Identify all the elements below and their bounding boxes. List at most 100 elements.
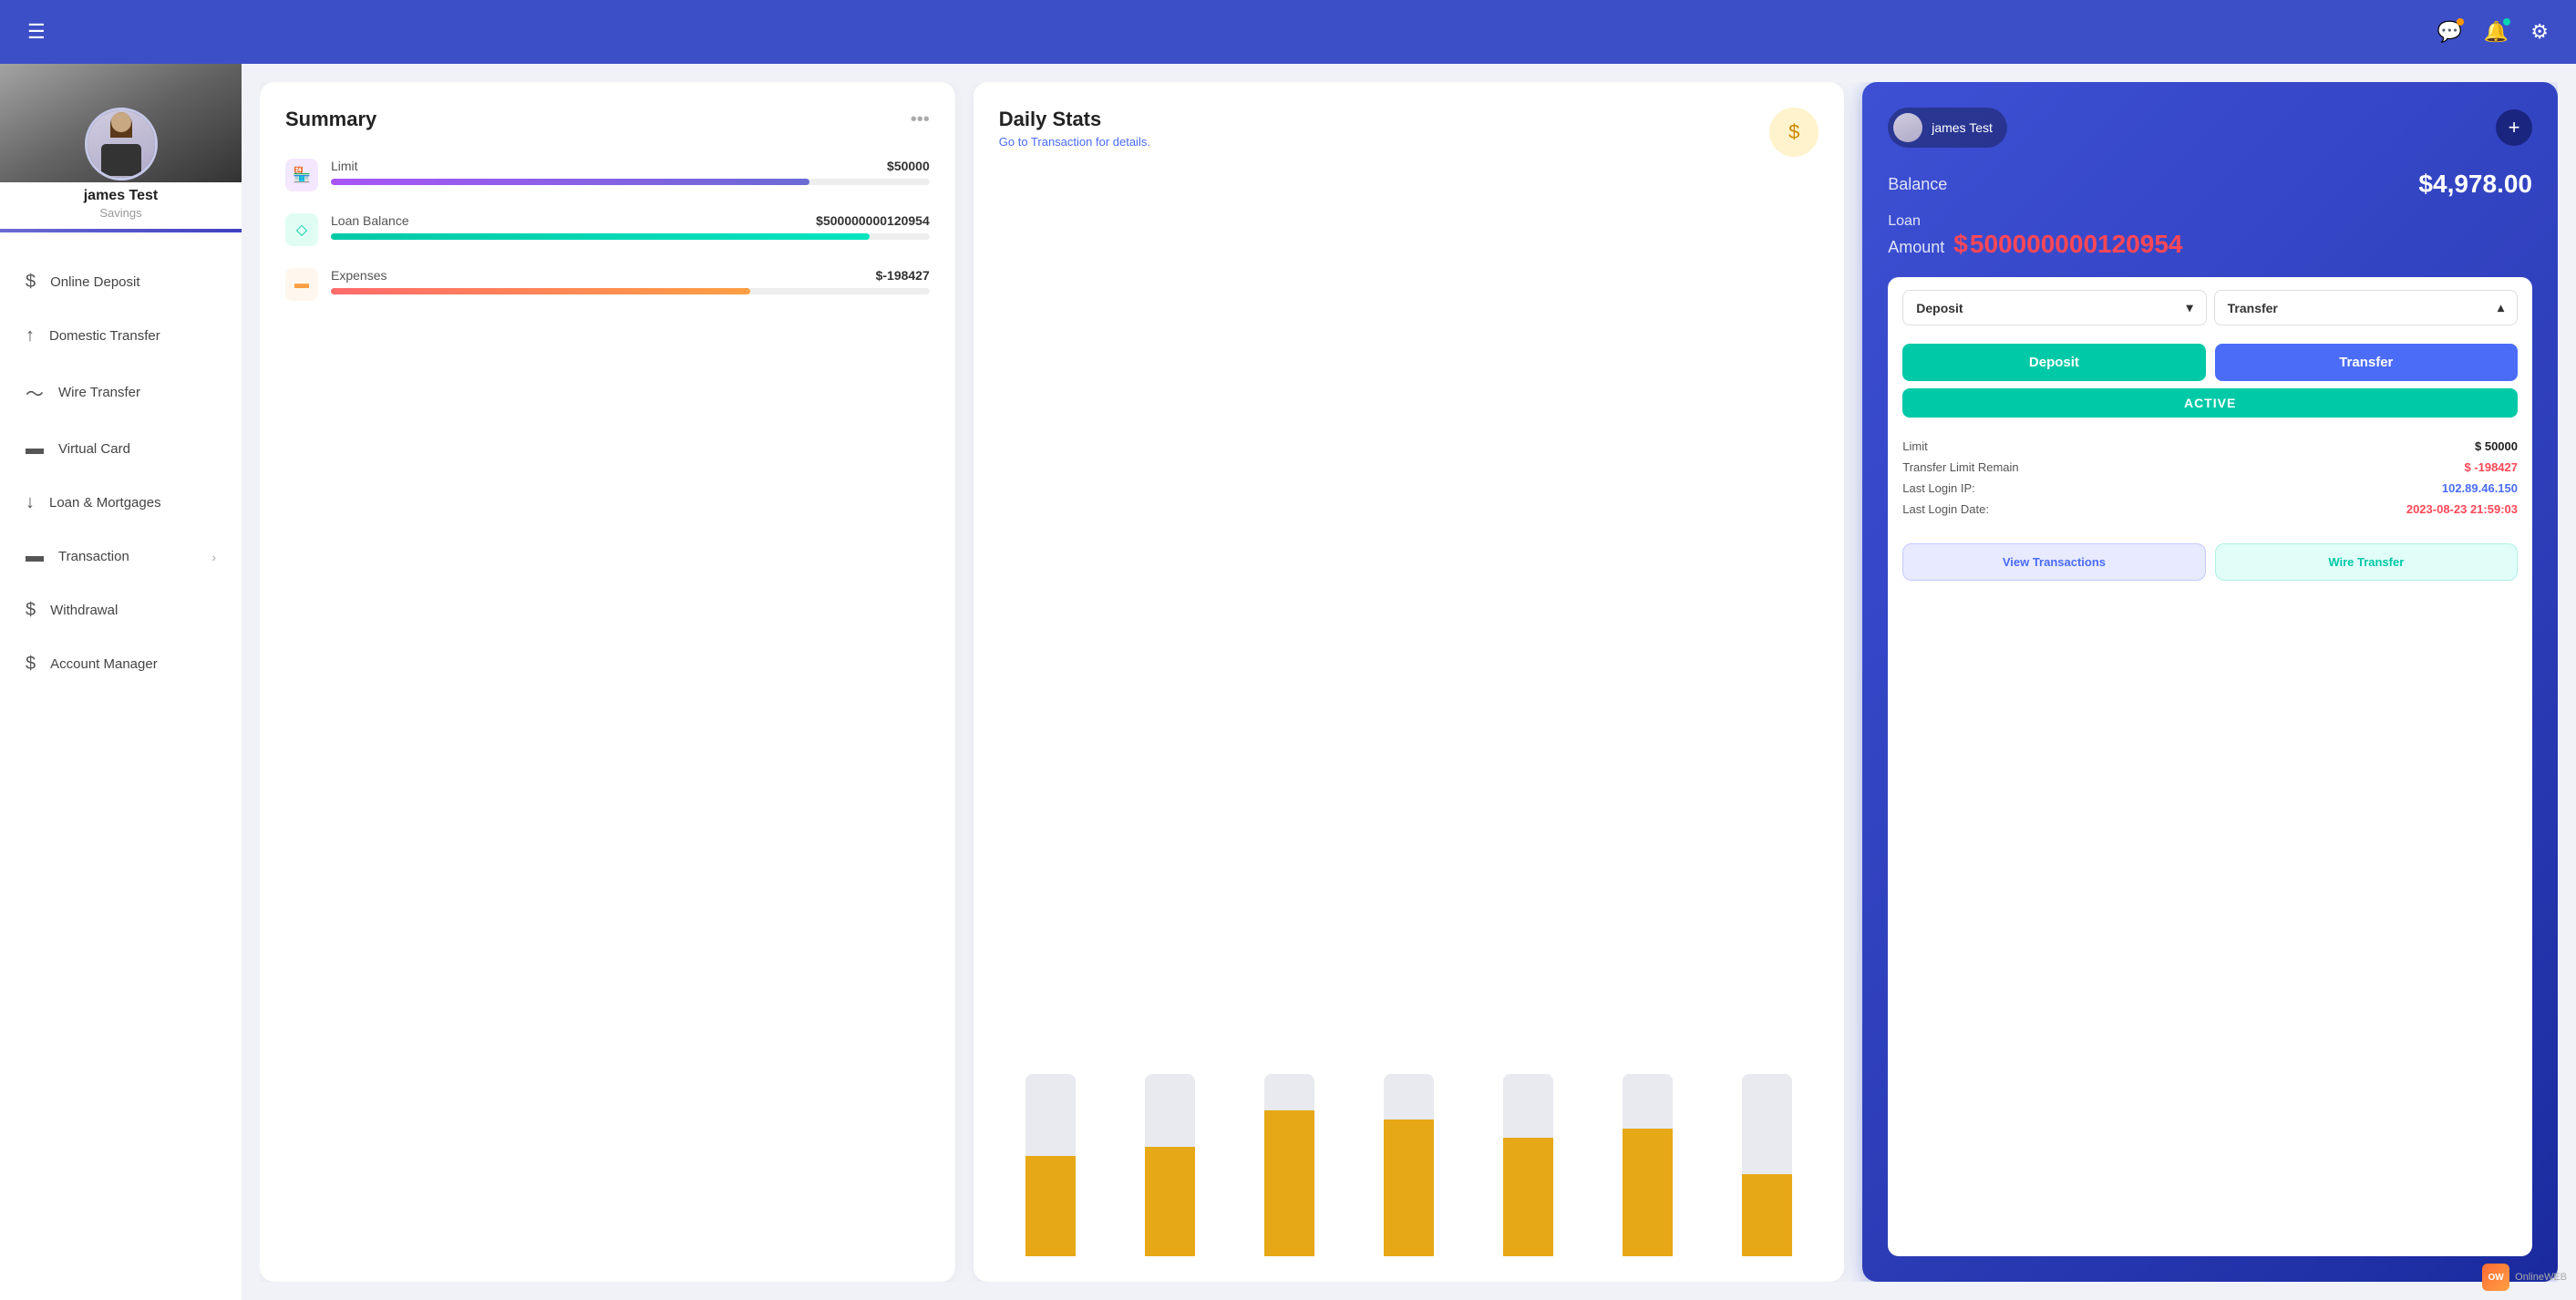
loan-balance-bar-bg [331,233,930,240]
dollar-icon: $ [26,272,36,293]
bar-7 [1716,1074,1819,1256]
upload-icon: ↑ [26,325,35,346]
sidebar-item-account-manager[interactable]: $ Account Manager [0,637,242,691]
sidebar-item-label: Domestic Transfer [49,328,160,344]
avatar-head [111,112,131,132]
sidebar-item-label: Online Deposit [50,274,139,290]
hamburger-icon[interactable]: ☰ [27,20,46,44]
transfer-limit-label: Transfer Limit Remain [1902,460,2018,474]
dollar-icon: $ [26,654,36,675]
daily-stats-card: Daily Stats Go to Transaction for detail… [974,82,1845,1282]
last-login-ip-value: 102.89.46.150 [2442,481,2518,495]
account-user-chip: james Test [1888,108,2007,148]
summary-title: Summary [285,108,376,131]
bar-6 [1596,1074,1699,1256]
sidebar-item-online-deposit[interactable]: $ Online Deposit [0,255,242,309]
account-details: Limit $ 50000 Transfer Limit Remain $ -1… [1902,439,2518,523]
transfer-button[interactable]: Transfer [2215,344,2518,381]
account-card: james Test + Balance $4,978.00 Loan Amou… [1862,82,2558,1282]
daily-stats-icon: $ [1769,108,1819,157]
limit-bar-bg [331,179,930,185]
expenses-value: $-198427 [876,268,930,283]
bar-5 [1477,1074,1580,1256]
profile-bar [0,229,242,232]
account-white-section: Deposit ▾ Transfer ▴ Deposit Transfer AC… [1888,277,2532,1256]
last-login-date-label: Last Login Date: [1902,502,1989,516]
avatar-body [101,144,141,176]
last-login-date-value: 2023-08-23 21:59:03 [2406,502,2518,516]
sidebar-profile: james Test Savings [0,64,242,246]
summary-menu-icon[interactable]: ••• [911,109,930,130]
limit-label: Limit [331,159,358,173]
sidebar-item-domestic-transfer[interactable]: ↑ Domestic Transfer [0,309,242,363]
sidebar-item-transaction[interactable]: ▬ Transaction › [0,530,242,583]
limit-value: $50000 [887,159,930,173]
avatar [85,108,158,181]
content-area: Summary ••• 🏪 Limit $50000 [242,64,2576,1300]
sidebar-item-label: Transaction [58,549,129,564]
transfer-tab-label: Transfer [2228,301,2278,315]
limit-detail-value: $ 50000 [2475,439,2518,453]
bell-icon[interactable]: 🔔 [2484,20,2509,44]
transfer-tab[interactable]: Transfer ▴ [2214,290,2518,325]
cards-row: Summary ••• 🏪 Limit $50000 [260,82,2558,1282]
last-login-ip-label: Last Login IP: [1902,481,1975,495]
view-transactions-button[interactable]: View Transactions [1902,543,2205,581]
sidebar-item-label: Virtual Card [58,441,130,457]
dollar-icon: $ [26,600,36,621]
daily-chart [999,164,1819,1256]
loan-section: Loan Amount $ 500000000120954 [1888,213,2532,259]
balance-label: Balance [1888,175,1947,194]
deposit-tab[interactable]: Deposit ▾ [1902,290,2206,325]
sidebar-item-loan-mortgages[interactable]: ↓ Loan & Mortgages [0,476,242,530]
loan-value: 500000000120954 [1970,230,2183,259]
deposit-button[interactable]: Deposit [1902,344,2205,381]
expenses-icon: ▬ [285,268,318,301]
loan-amount-label: Amount [1888,238,1944,257]
limit-detail-label: Limit [1902,439,1927,453]
top-navigation: ☰ 💬 🔔 ⚙ [0,0,2576,64]
profile-account-type: Savings [99,206,141,220]
download-icon: ↓ [26,492,35,513]
add-button[interactable]: + [2496,109,2532,146]
main-layout: james Test Savings $ Online Deposit ↑ Do… [0,64,2576,1300]
bar-1 [999,1074,1102,1256]
limit-bar [331,179,809,185]
expenses-label: Expenses [331,268,386,283]
summary-card: Summary ••• 🏪 Limit $50000 [260,82,955,1282]
sidebar-item-label: Loan & Mortgages [49,495,161,511]
sidebar-nav: $ Online Deposit ↑ Domestic Transfer 〜 W… [0,246,242,1300]
chat-badge [2457,18,2464,26]
bell-badge [2503,18,2510,26]
loan-balance-icon: ◇ [285,213,318,246]
sidebar-item-virtual-card[interactable]: ▬ Virtual Card [0,422,242,476]
sidebar-item-wire-transfer[interactable]: 〜 Wire Transfer [0,363,242,422]
transfer-chevron-up-icon: ▴ [2498,300,2504,315]
nav-right: 💬 🔔 ⚙ [2437,20,2549,44]
chip-avatar [1893,113,1922,142]
deposit-chevron-down-icon: ▾ [2187,300,2193,315]
loan-label: Loan [1888,213,1921,229]
loan-balance-value: $500000000120954 [816,213,930,228]
bar-2 [1118,1074,1221,1256]
bar-4 [1357,1074,1460,1256]
loan-balance-label: Loan Balance [331,213,409,228]
sidebar: james Test Savings $ Online Deposit ↑ Do… [0,64,242,1300]
profile-name: james Test [84,188,159,204]
sidebar-item-label: Withdrawal [50,603,118,618]
daily-stats-subtitle[interactable]: Go to Transaction for details. [999,135,1150,149]
expenses-stat: ▬ Expenses $-198427 [285,268,930,301]
settings-icon[interactable]: ⚙ [2530,20,2549,44]
expenses-bar-bg [331,288,930,294]
bar-3 [1238,1074,1341,1256]
card-icon: ▬ [26,438,44,459]
chip-user-name: james Test [1932,120,1993,135]
daily-stats-title: Daily Stats [999,108,1150,131]
limit-icon: 🏪 [285,159,318,191]
balance-value: $4,978.00 [2418,170,2532,199]
transfer-limit-value: $ -198427 [2464,460,2518,474]
chat-icon[interactable]: 💬 [2437,20,2461,44]
wire-transfer-button[interactable]: Wire Transfer [2215,543,2518,581]
transaction-icon: ▬ [26,546,44,567]
sidebar-item-withdrawal[interactable]: $ Withdrawal [0,583,242,637]
